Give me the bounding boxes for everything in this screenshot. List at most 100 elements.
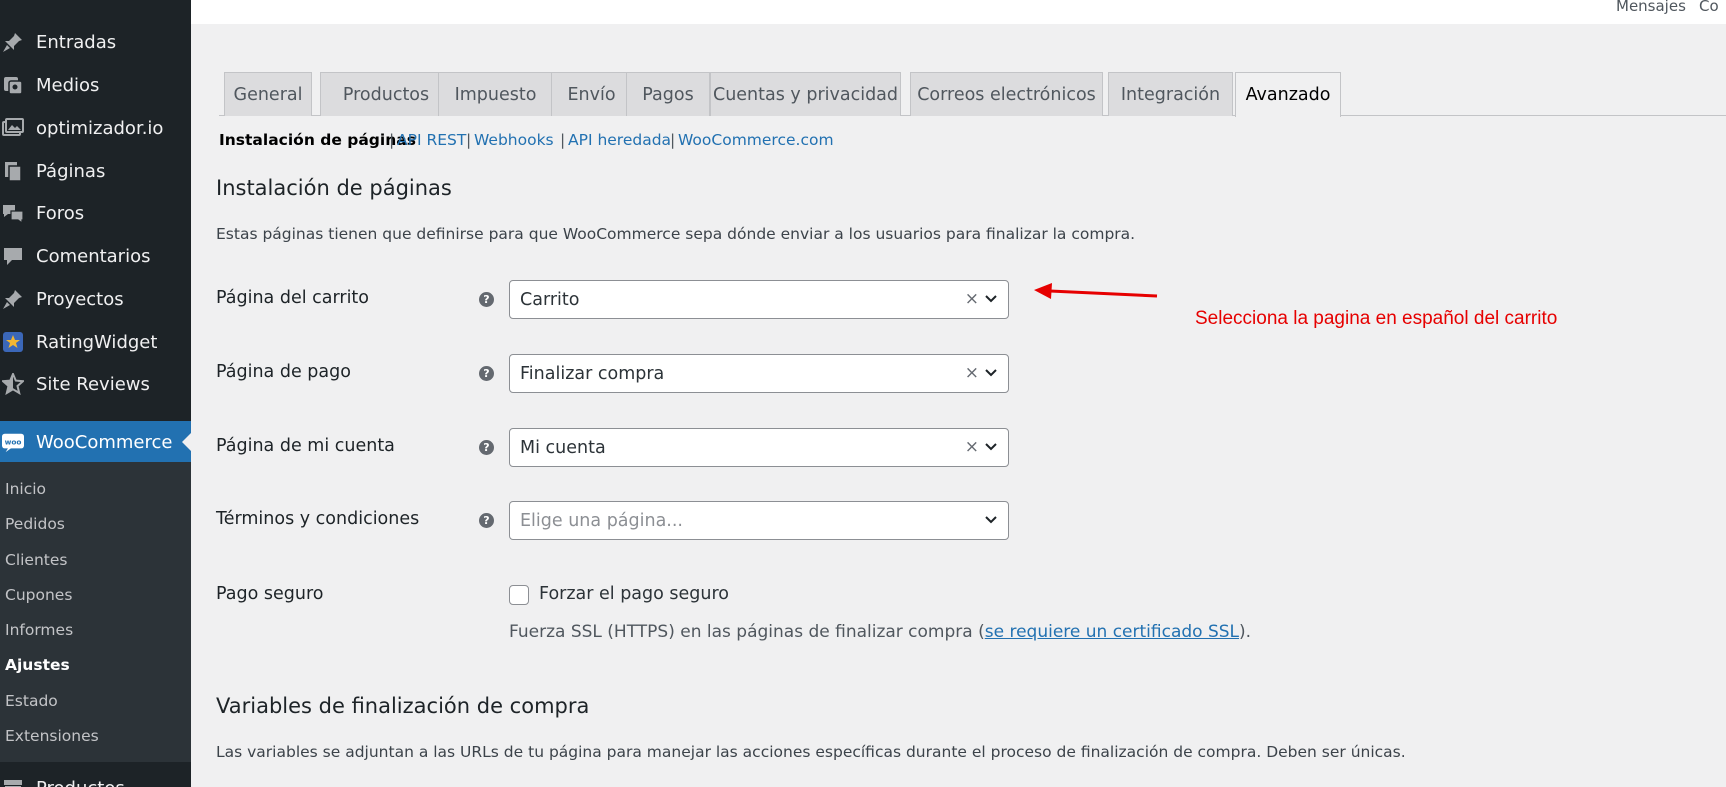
submenu-item-extensiones[interactable]: Extensiones	[5, 727, 99, 745]
sidebar-item-optimizador[interactable]: optimizador.io	[0, 108, 191, 148]
sidebar-item-label: RatingWidget	[36, 331, 158, 353]
select-value: Finalizar compra	[520, 364, 665, 384]
subsub-current: Instalación de páginas	[219, 131, 416, 149]
admin-top-bar: Mensajes Co	[191, 0, 1726, 24]
sidebar-item-label: optimizador.io	[36, 117, 164, 139]
select-placeholder: Elige una página...	[520, 511, 683, 531]
help-icon[interactable]: ?	[479, 292, 494, 307]
section-description-page-setup: Estas páginas tienen que definirse para …	[216, 225, 1136, 243]
sidebar-item-label: Entradas	[36, 31, 117, 53]
subsub-separator: |	[466, 131, 472, 149]
help-icon[interactable]: ?	[479, 366, 494, 381]
sidebar-item-paginas[interactable]: Páginas	[0, 151, 191, 191]
myaccount-page-select[interactable]: Mi cuenta ×	[509, 428, 1009, 467]
ssl-note-suffix: ).	[1239, 622, 1252, 642]
help-icon[interactable]: ?	[479, 440, 494, 455]
sidebar-item-label: WooCommerce	[36, 431, 173, 453]
force-ssl-label[interactable]: Forzar el pago seguro	[539, 584, 729, 604]
tab-general[interactable]: General	[224, 72, 312, 116]
ssl-description: Fuerza SSL (HTTPS) en las páginas de fin…	[509, 622, 1251, 642]
sidebar-item-label: Proyectos	[36, 288, 124, 310]
sidebar-item-label: Páginas	[36, 160, 106, 182]
sidebar-item-site-reviews[interactable]: Site Reviews	[0, 364, 191, 404]
checkout-page-select[interactable]: Finalizar compra ×	[509, 354, 1009, 393]
tab-envio[interactable]: Envío	[551, 72, 632, 116]
messages-link[interactable]: Mensajes	[1616, 0, 1686, 15]
pin-icon	[2, 288, 24, 310]
field-label-cart-page: Página del carrito	[216, 288, 369, 308]
svg-text:woo: woo	[5, 437, 22, 446]
sidebar-item-proyectos[interactable]: Proyectos	[0, 279, 191, 319]
force-ssl-checkbox[interactable]	[509, 585, 529, 605]
comment-icon	[2, 245, 24, 267]
chevron-down-icon	[985, 295, 997, 303]
tab-integracion[interactable]: Integración	[1108, 72, 1233, 116]
subsub-link-api-heredada[interactable]: API heredada	[568, 131, 671, 149]
submenu-item-cupones[interactable]: Cupones	[5, 586, 72, 604]
submenu-item-clientes[interactable]: Clientes	[5, 551, 67, 569]
field-label-terms-page: Términos y condiciones	[216, 509, 420, 529]
clear-icon[interactable]: ×	[965, 363, 979, 383]
section-description-checkout-endpoints: Las variables se adjuntan a las URLs de …	[216, 743, 1406, 761]
submenu-item-inicio[interactable]: Inicio	[5, 480, 46, 498]
submenu-item-ajustes[interactable]: Ajustes	[5, 656, 70, 674]
tab-avanzado[interactable]: Avanzado	[1235, 72, 1341, 117]
sidebar-item-comentarios[interactable]: Comentarios	[0, 236, 191, 276]
cart-page-select[interactable]: Carrito ×	[509, 280, 1009, 319]
ssl-certificate-link[interactable]: se requiere un certificado SSL	[985, 622, 1239, 642]
submenu-item-estado[interactable]: Estado	[5, 692, 58, 710]
subsub-separator: |	[560, 131, 566, 149]
select-value: Carrito	[520, 290, 580, 310]
clear-icon[interactable]: ×	[965, 289, 979, 309]
pin-icon	[2, 31, 24, 53]
forums-icon	[2, 202, 24, 224]
subsub-separator: |	[389, 131, 395, 149]
field-label-checkout-page: Página de pago	[216, 362, 351, 382]
gallery-icon	[2, 117, 24, 139]
sidebar-item-productos[interactable]: Productos	[0, 768, 191, 787]
top-truncated-link[interactable]: Co	[1699, 0, 1719, 15]
sidebar-item-foros[interactable]: Foros	[0, 193, 191, 233]
sidebar-item-label: Site Reviews	[36, 373, 150, 395]
chevron-down-icon	[985, 516, 997, 524]
clear-icon[interactable]: ×	[965, 437, 979, 457]
tab-cuentas-privacidad[interactable]: Cuentas y privacidad	[710, 72, 901, 116]
sidebar-item-label: Comentarios	[36, 245, 151, 267]
field-label-secure-checkout: Pago seguro	[216, 584, 324, 604]
help-icon[interactable]: ?	[479, 513, 494, 528]
subsub-link-api-rest[interactable]: API REST	[397, 131, 466, 149]
sidebar-item-label: Productos	[36, 778, 125, 787]
tab-impuesto[interactable]: Impuesto	[438, 72, 553, 116]
star-icon	[2, 373, 24, 395]
woo-icon: woo	[2, 431, 24, 453]
select-value: Mi cuenta	[520, 438, 606, 458]
tab-correos[interactable]: Correos electrónicos	[910, 72, 1103, 116]
submenu-item-informes[interactable]: Informes	[5, 621, 73, 639]
subsub-separator: |	[670, 131, 676, 149]
field-label-myaccount-page: Página de mi cuenta	[216, 436, 395, 456]
sidebar-item-medios[interactable]: Medios	[0, 65, 191, 105]
sidebar-item-woocommerce[interactable]: woo WooCommerce	[0, 421, 191, 463]
annotation-text: Selecciona la pagina en español del carr…	[1195, 308, 1558, 329]
tab-pagos[interactable]: Pagos	[626, 72, 710, 116]
sidebar-item-ratingwidget[interactable]: RatingWidget	[0, 322, 191, 362]
section-title-checkout-endpoints: Variables de finalización de compra	[216, 694, 590, 718]
terms-page-select[interactable]: Elige una página...	[509, 501, 1009, 540]
admin-sidebar: Entradas Medios optimizador.io Páginas F…	[0, 0, 191, 787]
subsub-link-woocommerce-com[interactable]: WooCommerce.com	[678, 131, 834, 149]
tab-productos[interactable]: Productos	[320, 72, 452, 116]
section-title-page-setup: Instalación de páginas	[216, 176, 452, 200]
submenu-item-pedidos[interactable]: Pedidos	[5, 515, 65, 533]
sidebar-item-entradas[interactable]: Entradas	[0, 22, 191, 62]
subsub-link-webhooks[interactable]: Webhooks	[474, 131, 554, 149]
chevron-down-icon	[985, 443, 997, 451]
chevron-down-icon	[985, 369, 997, 377]
sidebar-item-label: Foros	[36, 202, 85, 224]
media-icon	[2, 74, 24, 96]
woocommerce-submenu: Inicio Pedidos Clientes Cupones Informes…	[0, 462, 191, 762]
archive-icon	[2, 777, 24, 787]
pages-icon	[2, 160, 24, 182]
annotation-arrow-icon	[1034, 283, 1158, 299]
star-badge-icon	[2, 331, 24, 353]
ssl-note-prefix: Fuerza SSL (HTTPS) en las páginas de fin…	[509, 622, 985, 642]
